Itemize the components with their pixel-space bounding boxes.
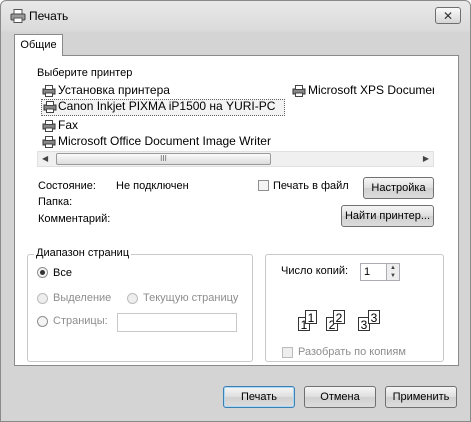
find-printer-button[interactable]: Найти принтер... (341, 205, 434, 227)
checkbox-box (282, 347, 293, 358)
settings-button[interactable]: Настройка (363, 177, 434, 199)
close-button[interactable]: ✕ (435, 7, 461, 24)
status-value: Не подключен (116, 180, 189, 192)
printer-icon (43, 101, 57, 113)
radio-selection-label: Выделение (53, 292, 112, 304)
scroll-right-icon[interactable]: ▶ (423, 154, 429, 163)
scroll-left-icon[interactable]: ◀ (42, 154, 48, 163)
window-title: Печать (29, 9, 69, 23)
printer-icon (292, 85, 306, 97)
checkbox-box[interactable] (258, 180, 269, 191)
radio-button[interactable] (37, 316, 48, 327)
tab-general[interactable]: Общие (14, 34, 63, 56)
page-range-label: Диапазон страниц (34, 247, 132, 259)
radio-button (127, 293, 138, 304)
printer-name: Canon Inkjet PIXMA iP1500 на YURI-PC (58, 99, 276, 113)
copies-input[interactable]: 1 (360, 263, 387, 281)
cancel-button[interactable]: Отмена (304, 386, 376, 408)
page-icon: 1 (305, 310, 317, 325)
collate-label: Разобрать по копиям (298, 346, 406, 358)
grip-icon: III (160, 154, 167, 163)
folder-label: Папка: (38, 196, 73, 208)
radio-current-page-label: Текущую страницу (143, 292, 239, 304)
printer-icon (10, 9, 26, 23)
radio-button (37, 293, 48, 304)
status-label: Состояние: (38, 180, 96, 192)
printer-icon (42, 136, 56, 148)
radio-all-label: Все (53, 267, 72, 279)
page-icon: 2 (333, 310, 345, 325)
apply-button[interactable]: Применить (385, 386, 457, 408)
spin-up-icon[interactable]: ▲ (387, 264, 399, 272)
print-dialog-window: Печать ✕ Общие Выберите принтер Установк… (0, 0, 471, 422)
radio-pages-label: Страницы: (53, 315, 108, 327)
pages-input[interactable] (117, 313, 237, 332)
spin-down-icon[interactable]: ▼ (387, 272, 399, 280)
close-icon: ✕ (442, 9, 454, 23)
printer-list-scrollbar[interactable]: ◀ III ▶ (37, 151, 434, 167)
comment-label: Комментарий: (38, 213, 111, 225)
print-to-file-label: Печать в файл (273, 180, 349, 192)
printer-name: Microsoft XPS Documen (308, 83, 434, 97)
printer-group-label: Выберите принтер (37, 67, 133, 79)
printer-name: Microsoft Office Document Image Writer (58, 134, 271, 148)
title-bar[interactable]: Печать ✕ (1, 1, 470, 31)
scrollbar-thumb[interactable]: III (56, 153, 271, 165)
radio-button[interactable] (37, 267, 48, 278)
page-icon: 3 (368, 310, 380, 325)
add-printer-icon (42, 85, 56, 97)
print-button[interactable]: Печать (223, 386, 295, 408)
copies-spinner[interactable]: ▲ ▼ (386, 263, 400, 281)
printer-name: Fax (58, 118, 79, 132)
fax-icon (42, 120, 56, 132)
copies-label: Число копий: (281, 265, 349, 277)
printer-name: Установка принтера (58, 83, 170, 97)
